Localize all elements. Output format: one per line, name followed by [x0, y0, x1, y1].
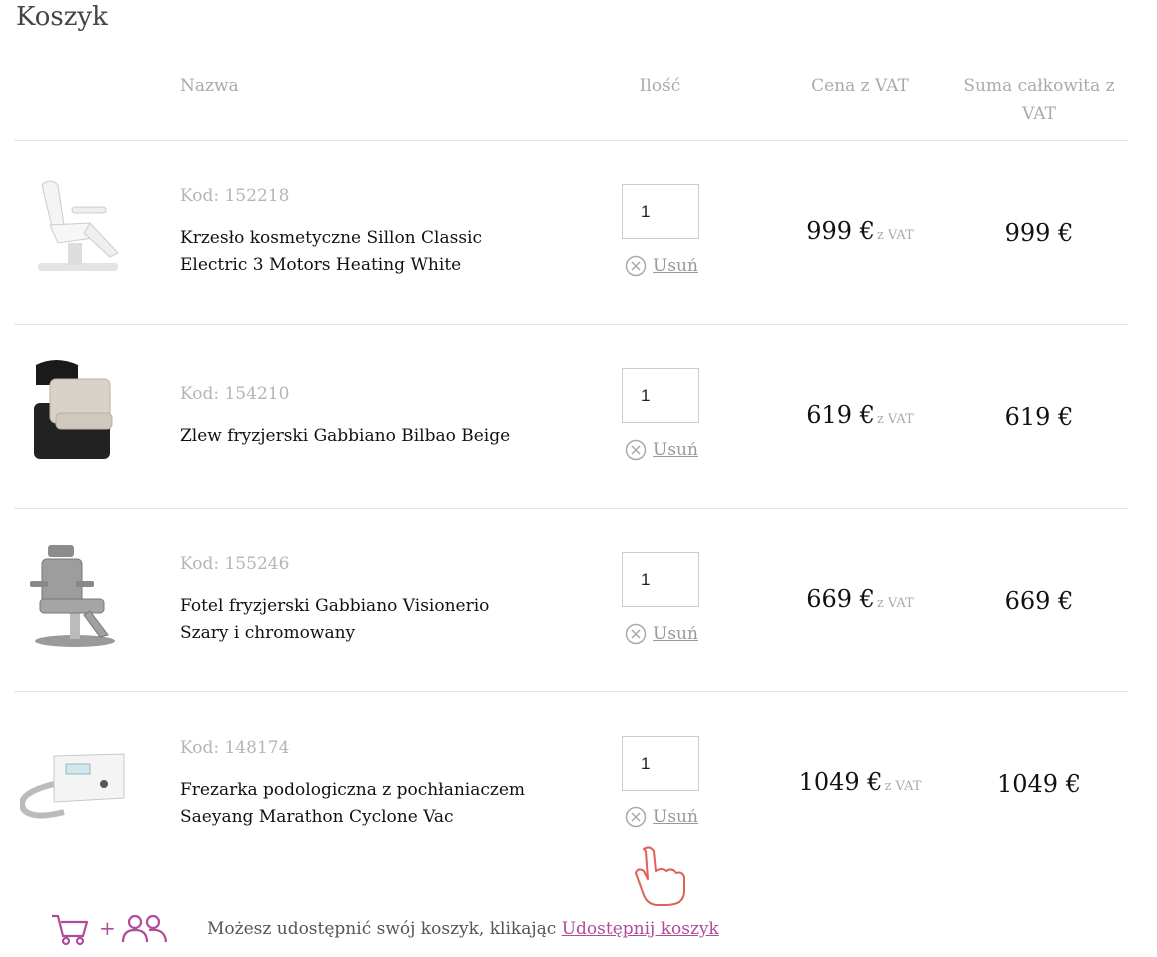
product-name[interactable]: Zlew fryzjerski Gabbiano Bilbao Beige: [180, 423, 540, 450]
share-text: Możesz udostępnić swój koszyk, klikając …: [207, 919, 719, 939]
product-image-barber-chair[interactable]: [20, 541, 130, 651]
quantity-input[interactable]: [622, 552, 699, 607]
column-header-total-line1: Suma całkowita z: [963, 76, 1115, 96]
remove-label: Usuń: [653, 440, 698, 460]
vat-label: z VAT: [876, 412, 914, 427]
product-name-line2: Electric 3 Motors Heating White: [180, 255, 462, 275]
column-header-total: Suma całkowita z VAT: [950, 72, 1128, 128]
share-cart-bar: + Możesz udostępnić swój koszyk, klikają…: [50, 908, 750, 952]
remove-button[interactable]: Usuń: [625, 806, 698, 828]
product-image-wash-unit[interactable]: [20, 355, 130, 465]
page-title: Koszyk: [16, 2, 108, 32]
share-message: Możesz udostępnić swój koszyk, klikając: [207, 919, 557, 939]
line-total: 619 €: [1004, 403, 1074, 431]
cart-row: Kod: 155246 Fotel fryzjerski Gabbiano Vi…: [0, 509, 1157, 693]
unit-price: 669 € z VAT: [790, 585, 930, 613]
product-name-line1: Frezarka podologiczna z pochłaniaczem: [180, 780, 526, 800]
line-total: 999 €: [1004, 219, 1074, 247]
line-total: 1049 €: [997, 770, 1081, 798]
cart-row: Kod: 152218 Krzesło kosmetyczne Sillon C…: [0, 141, 1157, 325]
product-name[interactable]: Krzesło kosmetyczne Sillon Classic Elect…: [180, 225, 540, 279]
product-name-line1: Fotel fryzjerski Gabbiano Visionerio: [180, 596, 490, 616]
quantity-input[interactable]: [622, 736, 699, 791]
users-icon: [121, 914, 168, 943]
column-header-name: Nazwa: [180, 76, 239, 96]
product-name-line1: Zlew fryzjerski Gabbiano Bilbao Beige: [180, 426, 511, 446]
product-code: Kod: 152218: [180, 186, 290, 206]
unit-price-value: 1049 €: [798, 768, 883, 796]
remove-label: Usuń: [653, 624, 698, 644]
remove-button[interactable]: Usuń: [625, 623, 698, 645]
unit-price-value: 669 €: [806, 585, 875, 613]
cart-row: Kod: 148174 Frezarka podologiczna z poch…: [0, 692, 1157, 876]
line-total: 669 €: [1004, 587, 1074, 615]
product-name-line2: Saeyang Marathon Cyclone Vac: [180, 807, 454, 827]
product-name[interactable]: Fotel fryzjerski Gabbiano Visionerio Sza…: [180, 593, 540, 647]
remove-icon: [625, 255, 647, 277]
plus-sign: +: [99, 916, 116, 940]
remove-icon: [625, 439, 647, 461]
remove-button[interactable]: Usuń: [625, 439, 698, 461]
product-image-cosmetic-chair[interactable]: [20, 171, 130, 281]
remove-label: Usuń: [653, 807, 698, 827]
cart-icon: [52, 914, 89, 946]
unit-price-value: 999 €: [806, 217, 875, 245]
cart-row: Kod: 154210 Zlew fryzjerski Gabbiano Bil…: [0, 325, 1157, 509]
column-header-price: Cena z VAT: [811, 76, 909, 96]
remove-icon: [625, 806, 647, 828]
unit-price: 1049 € z VAT: [790, 768, 930, 796]
pointing-hand-icon: [635, 846, 685, 906]
unit-price: 999 € z VAT: [790, 217, 930, 245]
vat-label: z VAT: [876, 228, 914, 243]
product-name-line1: Krzesło kosmetyczne Sillon Classic: [180, 228, 483, 248]
vat-label: z VAT: [876, 596, 914, 611]
product-image-podology-drill[interactable]: [20, 732, 130, 842]
column-header-total-line2: VAT: [1022, 104, 1056, 124]
quantity-input[interactable]: [622, 184, 699, 239]
unit-price-value: 619 €: [806, 401, 875, 429]
column-header-qty: Ilość: [639, 76, 681, 96]
remove-label: Usuń: [653, 256, 698, 276]
share-cart-link[interactable]: Udostępnij koszyk: [562, 919, 719, 939]
unit-price: 619 € z VAT: [790, 401, 930, 429]
product-name[interactable]: Frezarka podologiczna z pochłaniaczem Sa…: [180, 777, 540, 831]
product-code: Kod: 154210: [180, 384, 290, 404]
quantity-input[interactable]: [622, 368, 699, 423]
product-name-line2: Szary i chromowany: [180, 623, 356, 643]
product-code: Kod: 155246: [180, 554, 290, 574]
remove-icon: [625, 623, 647, 645]
vat-label: z VAT: [884, 779, 922, 794]
product-code: Kod: 148174: [180, 738, 290, 758]
remove-button[interactable]: Usuń: [625, 255, 698, 277]
